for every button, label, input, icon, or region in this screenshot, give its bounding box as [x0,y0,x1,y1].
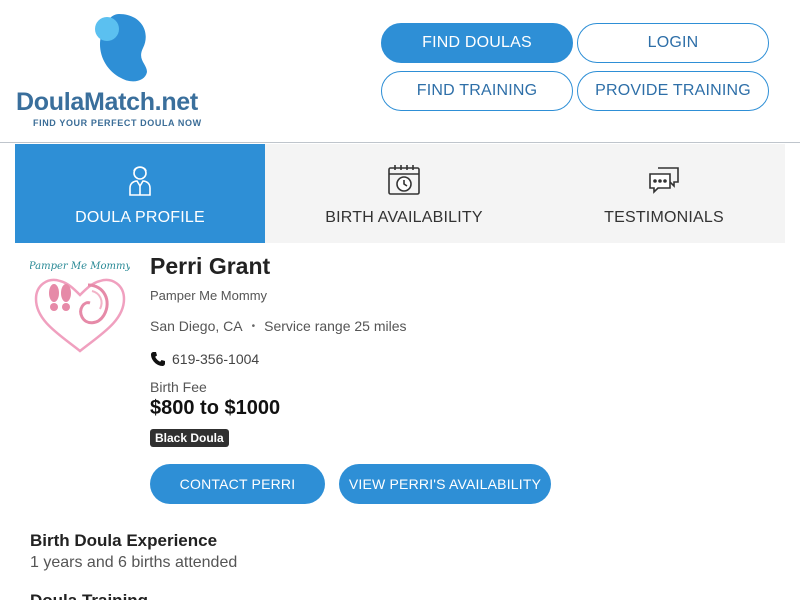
training-heading: Doula Training [30,591,148,600]
location-line: San Diego, CA • Service range 25 miles [150,318,407,334]
service-range: Service range 25 miles [264,318,407,334]
site-logo[interactable]: DoulaMatch.net FIND YOUR PERFECT DOULA N… [16,12,221,130]
person-icon [129,166,151,196]
experience-text: 1 years and 6 births attended [30,554,238,571]
tab-birth-availability[interactable]: BIRTH AVAILABILITY [285,144,523,243]
fee-value: $800 to $1000 [150,397,281,419]
tab-doula-profile-label: DOULA PROFILE [75,209,205,226]
separator-dot: • [251,320,256,332]
tab-doula-profile[interactable]: DOULA PROFILE [15,144,265,243]
login-button[interactable]: LOGIN [577,23,769,63]
business-name: Pamper Me Mommy [150,288,268,303]
avatar-logo-text: Pamper Me Mommy [30,261,130,272]
phone-number[interactable]: 619-356-1004 [172,351,259,367]
logo-wordmark: DoulaMatch.net [16,88,198,117]
view-availability-button[interactable]: VIEW PERRI'S AVAILABILITY [339,464,551,504]
calendar-clock-icon [388,165,420,195]
find-doulas-button[interactable]: FIND DOULAS [381,23,573,63]
provide-training-button[interactable]: PROVIDE TRAINING [577,71,769,111]
logo-tagline: FIND YOUR PERFECT DOULA NOW [33,118,202,128]
logo-wordmark-part1: Doula [16,88,84,116]
pamper-me-mommy-logo: Pamper Me Mommy [28,261,131,353]
logo-mark-icon [95,14,147,82]
fee-label: Birth Fee [150,379,207,395]
tab-testimonials-label: TESTIMONIALS [604,209,724,226]
doula-name: Perri Grant [150,253,271,279]
phone-line[interactable]: 619-356-1004 [150,351,259,367]
experience-heading: Birth Doula Experience [30,531,218,550]
logo-wordmark-part2: Match.net [83,88,198,116]
contact-doula-button[interactable]: CONTACT PERRI [150,464,325,504]
phone-icon [151,352,165,366]
site-header: DoulaMatch.net FIND YOUR PERFECT DOULA N… [0,0,800,143]
avatar: Pamper Me Mommy [28,255,131,355]
tab-testimonials[interactable]: TESTIMONIALS [545,144,783,243]
chat-bubbles-icon [649,167,679,194]
black-doula-badge: Black Doula [150,429,229,447]
tab-birth-availability-label: BIRTH AVAILABILITY [325,209,483,226]
profile-tabs: DOULA PROFILE BIRTH AVAILABILITY TESTIMO… [15,144,785,243]
find-training-button[interactable]: FIND TRAINING [381,71,573,111]
city: San Diego, CA [150,318,243,334]
